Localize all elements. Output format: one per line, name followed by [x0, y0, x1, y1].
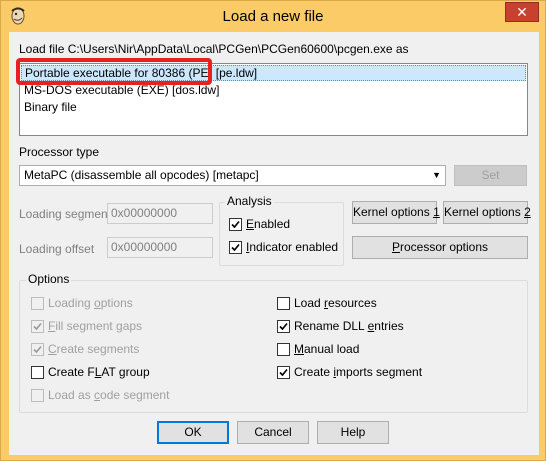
load-as-code-segment-label: Load as code segment: [48, 388, 170, 402]
checkbox-box[interactable]: [277, 297, 290, 310]
load-as-code-segment-checkbox[interactable]: Load as code segment: [31, 388, 231, 404]
loading-options-checkbox[interactable]: Loading options: [31, 296, 231, 312]
create-segments-checkbox[interactable]: Create segments: [31, 342, 231, 358]
analysis-enabled-checkbox[interactable]: Enabled: [229, 217, 339, 233]
fill-segment-gaps-label: Fill segment gaps: [48, 319, 143, 333]
load-resources-checkbox[interactable]: Load resources: [277, 296, 477, 312]
cancel-button[interactable]: Cancel: [237, 421, 309, 444]
options-title: Options: [26, 272, 72, 286]
manual-load-checkbox[interactable]: Manual load: [277, 342, 477, 358]
kernel-options-1-button[interactable]: Kernel options 1: [352, 201, 440, 224]
create-flat-group-checkbox[interactable]: Create FLAT group: [31, 365, 231, 381]
window-title: Load a new file: [222, 8, 324, 25]
checkbox-box[interactable]: [31, 389, 44, 402]
checkbox-box[interactable]: [277, 320, 290, 333]
ok-button[interactable]: OK: [157, 421, 229, 444]
checkbox-box[interactable]: [31, 320, 44, 333]
create-flat-group-label: Create FLAT group: [48, 365, 150, 379]
checkbox-box[interactable]: [31, 343, 44, 356]
loader-item-pe[interactable]: Portable executable for 80386 (PE) [pe.l…: [21, 65, 526, 81]
dialog-window: Load a new file ✕ Load file C:\Users\Nir…: [0, 0, 546, 461]
processor-options-button[interactable]: Processor options: [352, 236, 528, 259]
checkbox-box[interactable]: [31, 366, 44, 379]
fill-segment-gaps-checkbox[interactable]: Fill segment gaps: [31, 319, 231, 335]
loader-item-dos[interactable]: MS-DOS executable (EXE) [dos.ldw]: [21, 82, 526, 98]
processor-select-value: MetaPC (disassemble all opcodes) [metapc…: [24, 168, 259, 182]
load-resources-label: Load resources: [294, 296, 377, 310]
loader-item-binary[interactable]: Binary file: [21, 99, 526, 115]
check-icon: [231, 220, 240, 229]
processor-select[interactable]: MetaPC (disassemble all opcodes) [metapc…: [19, 165, 446, 186]
close-icon: ✕: [516, 4, 528, 20]
check-icon: [33, 345, 42, 354]
dialog-body: Load file C:\Users\Nir\AppData\Local\PCG…: [9, 32, 539, 455]
indicator-enabled-label: Indicator enabled: [246, 240, 339, 254]
loading-options-label: Loading options: [48, 296, 133, 310]
checkbox-box[interactable]: [277, 366, 290, 379]
create-imports-segment-checkbox[interactable]: Create imports segment: [277, 365, 477, 381]
create-imports-segment-label: Create imports segment: [294, 365, 423, 379]
check-icon: [33, 322, 42, 331]
help-button[interactable]: Help: [317, 421, 389, 444]
manual-load-label: Manual load: [294, 342, 360, 356]
check-icon: [231, 243, 240, 252]
loading-segment-label: Loading segment: [19, 207, 112, 221]
indicator-enabled-checkbox[interactable]: Indicator enabled: [229, 240, 344, 256]
checkbox-box[interactable]: [277, 343, 290, 356]
analysis-title: Analysis: [225, 194, 274, 208]
kernel-options-2-button[interactable]: Kernel options 2: [443, 201, 531, 224]
analysis-enabled-label: Enabled: [246, 217, 291, 231]
checkbox-box[interactable]: [229, 241, 242, 254]
checkbox-box[interactable]: [229, 218, 242, 231]
load-file-label: Load file C:\Users\Nir\AppData\Local\PCG…: [19, 42, 409, 56]
loading-segment-field[interactable]: 0x00000000: [107, 203, 213, 224]
analysis-group: [219, 202, 344, 266]
check-icon: [279, 322, 288, 331]
loading-offset-field[interactable]: 0x00000000: [107, 237, 213, 258]
title-bar[interactable]: Load a new file ✕: [1, 1, 545, 32]
create-segments-label: Create segments: [48, 342, 140, 356]
close-button[interactable]: ✕: [505, 2, 539, 22]
processor-type-label: Processor type: [19, 145, 100, 159]
loading-offset-label: Loading offset: [19, 242, 95, 256]
checkbox-box[interactable]: [31, 297, 44, 310]
rename-dll-entries-label: Rename DLL entries: [294, 319, 404, 333]
set-button[interactable]: Set: [454, 165, 527, 186]
chevron-down-icon: ▼: [432, 170, 441, 180]
loader-list[interactable]: Portable executable for 80386 (PE) [pe.l…: [19, 63, 528, 136]
rename-dll-entries-checkbox[interactable]: Rename DLL entries: [277, 319, 477, 335]
check-icon: [279, 368, 288, 377]
